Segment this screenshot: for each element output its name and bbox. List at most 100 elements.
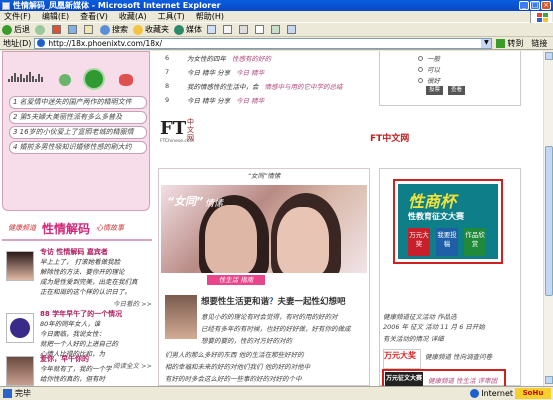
pause-icon[interactable] (59, 74, 71, 86)
mail-icon (223, 25, 232, 34)
notice-link[interactable]: 健康频道征文活动 作品选 (383, 311, 517, 321)
list-item[interactable]: 6 为女性的四年 性感有的好的 (165, 51, 365, 65)
maximize-button[interactable]: □ (530, 1, 540, 10)
minimize-button[interactable]: _ (519, 1, 529, 10)
feature-image-caption: “女同” (167, 195, 204, 208)
discuss-button[interactable] (271, 25, 282, 34)
windows-logo-icon (530, 11, 552, 23)
section-left-link[interactable]: 健康频道 (8, 223, 36, 233)
view-results-button[interactable]: 查看 (448, 86, 465, 95)
stop-icon (52, 25, 61, 34)
back-button[interactable]: 后退 (2, 24, 30, 35)
messenger-button[interactable] (287, 25, 298, 34)
sohu-toolbar-logo[interactable]: SoHu (515, 388, 551, 399)
story-more-link[interactable]: 今日看的 >> (6, 298, 152, 308)
print-button[interactable] (239, 25, 250, 34)
article-thumbnail[interactable] (165, 295, 197, 339)
menu-help[interactable]: 帮助(H) (196, 11, 224, 22)
list-item[interactable]: 7 今日 精华 分享 今日 精华 (165, 65, 365, 79)
radio-icon (418, 77, 423, 83)
list-item[interactable]: 9 今日 精华 分享 今日 精华 (165, 93, 365, 107)
refresh-button[interactable] (68, 25, 79, 34)
list-item[interactable]: 8 我的情感性的生活中，会 情感中与用的它中学的总结 (165, 79, 365, 93)
menu-view[interactable]: 查看(V) (80, 11, 108, 22)
menu-file[interactable]: 文件(F) (4, 11, 31, 22)
story-text: 早上上了， 打滚她看做我脸 (40, 258, 121, 266)
notice-text: 2006 年 征文 活动 11 月 6 日开始 (383, 323, 485, 331)
question-list: 6 为女性的四年 性感有的好的 7 今日 精华 分享 今日 精华 8 我的情感性的生活中，… (165, 51, 365, 107)
playlist-item[interactable]: 3 16岁的小伙爱上了宣照老城的精服情 (9, 126, 147, 139)
right-column: 一般 可以 很好 投票 查看 性商杯 性教育征文大赛 万元大奖 我要投稿 作品欣… (379, 51, 521, 386)
toolbar: 后退 搜索 收藏夹 媒体 (0, 23, 553, 37)
essay-contest-banner[interactable]: 性商杯 性教育征文大赛 万元大奖 我要投稿 作品欣赏 (393, 179, 503, 264)
back-arrow-icon (2, 24, 12, 35)
article-text: 相的幸福和未来的好的对他们我们 他的好的对他中 (165, 363, 311, 371)
poll-option[interactable]: 一般 (418, 53, 440, 63)
playlist-item[interactable]: 2 第5夫婦大美丽性派有多么多普及 (9, 111, 147, 124)
address-input[interactable]: http://18x.phoenixtv.com/18x/ ▼ (34, 37, 493, 49)
messenger-icon (287, 25, 296, 34)
contest-banner[interactable]: 万元征文大赛 健康频道 性生活 评审团 (382, 369, 506, 386)
story-title[interactable]: 专访 性情解码 嘉宾者 (40, 247, 152, 257)
close-button[interactable]: × (541, 1, 551, 10)
prize-button[interactable]: 万元大奖 (408, 228, 430, 256)
go-button[interactable]: 转到 (496, 38, 523, 49)
feature-topline[interactable]: “女同”情愫 (159, 169, 369, 183)
audio-player: 1 名爱情中迷失的国产两作的精明文件 2 第5夫婦大美丽性派有多么多普及 3 1… (2, 51, 150, 211)
ft-logo-chinese: 中文网 (187, 118, 194, 142)
mail-button[interactable] (223, 25, 234, 34)
title-bar: 性情解码_凤凰新媒体 - Microsoft Internet Explorer… (0, 0, 553, 11)
links-button[interactable]: 链接 (531, 38, 547, 49)
contest-logo[interactable]: 万元大奖 (383, 349, 421, 369)
phone-icon[interactable] (119, 74, 133, 86)
radio-icon (418, 66, 423, 72)
story-text: 今年就有了，我的一个学 (40, 365, 112, 373)
section-right-link[interactable]: 心情故事 (96, 223, 124, 233)
home-button[interactable] (84, 25, 95, 34)
play-button[interactable] (83, 68, 105, 90)
scrollbar-thumb[interactable] (545, 146, 553, 296)
story-text: 就把一个人好的上进自己的 (40, 340, 118, 348)
forward-button[interactable] (35, 24, 47, 35)
poll-option[interactable]: 很好 (418, 75, 440, 85)
ie-icon (2, 1, 10, 10)
section-header: 健康频道 性情解码 心情故事 (2, 218, 152, 238)
category-tag[interactable]: 性生活 指南 (207, 275, 265, 285)
playlist-item[interactable]: 4 婚前多男性吸知识婚修性感的刷大约 (9, 141, 147, 154)
menu-edit[interactable]: 编辑(E) (42, 11, 69, 22)
vertical-scrollbar[interactable] (543, 51, 553, 386)
story-text: 给你性的真的，但有时 (40, 375, 105, 383)
article-text: 已经有多年的有时候，也好的好好做，好有你的做成 (201, 325, 351, 333)
menu-favorites[interactable]: 收藏(A) (119, 11, 147, 22)
page-viewport[interactable]: 1 名爱情中迷失的国产两作的精明文件 2 第5夫婦大美丽性派有多么多普及 3 1… (0, 51, 543, 386)
feature-image-subcaption: 情愫 (205, 199, 224, 209)
media-button[interactable]: 媒体 (174, 24, 202, 35)
scroll-down-icon[interactable] (545, 376, 553, 384)
poll-option[interactable]: 可以 (418, 64, 440, 74)
feature-image[interactable]: “女同” 情愫 (161, 185, 367, 273)
submit-button[interactable]: 我要投稿 (436, 228, 458, 256)
story-text: 成为是性爱到完美，出走在我们真 (40, 278, 138, 286)
gallery-button[interactable]: 作品欣赏 (464, 228, 486, 256)
story-title[interactable]: 爱你，早午你的 (40, 354, 152, 364)
ft-banner[interactable]: FT 中文网 FTChinese.com (155, 115, 373, 161)
notice-link[interactable]: 有关活动的情况 详细 (383, 333, 517, 343)
poll-box: 一般 可以 很好 投票 查看 (379, 51, 521, 106)
ft-logo[interactable]: FT 中文网 FTChinese.com (160, 118, 200, 158)
promo-brand: 性商杯 (408, 192, 457, 211)
edit-button[interactable] (255, 25, 266, 34)
article-headline[interactable]: 想要性生活更和谐？夫妻一起性幻想吧 (201, 295, 373, 307)
menu-tools[interactable]: 工具(T) (158, 11, 185, 22)
vote-button[interactable]: 投票 (426, 86, 443, 95)
favorites-button[interactable]: 收藏夹 (133, 24, 169, 35)
notice-link[interactable]: 健康频道 性向调查问卷 (425, 351, 517, 361)
window-controls: _ □ × (519, 1, 551, 10)
story-title[interactable]: 88 学年早午了的一个情况 (40, 309, 152, 319)
address-dropdown-icon[interactable]: ▼ (481, 38, 492, 48)
history-button[interactable] (207, 25, 218, 34)
search-button[interactable]: 搜索 (100, 24, 128, 35)
stop-button[interactable] (52, 25, 63, 34)
playlist-item[interactable]: 1 名爱情中迷失的国产两作的精明文件 (9, 96, 147, 109)
scroll-up-icon[interactable] (545, 52, 553, 60)
promo-subtitle: 性教育征文大赛 (408, 212, 464, 221)
